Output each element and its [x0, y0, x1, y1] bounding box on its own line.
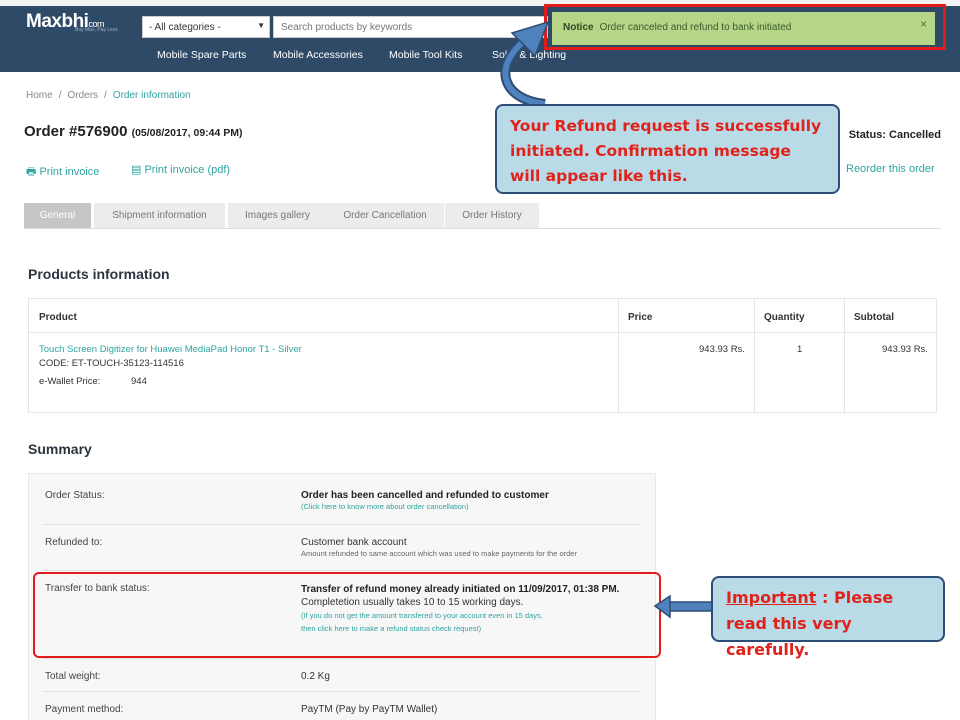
- curved-arrow-icon: [500, 36, 546, 109]
- left-arrow-icon: [667, 601, 713, 612]
- refund-callout: Your Refund request is successfully init…: [495, 104, 840, 194]
- important-callout: Important : Please read this very carefu…: [711, 576, 945, 659]
